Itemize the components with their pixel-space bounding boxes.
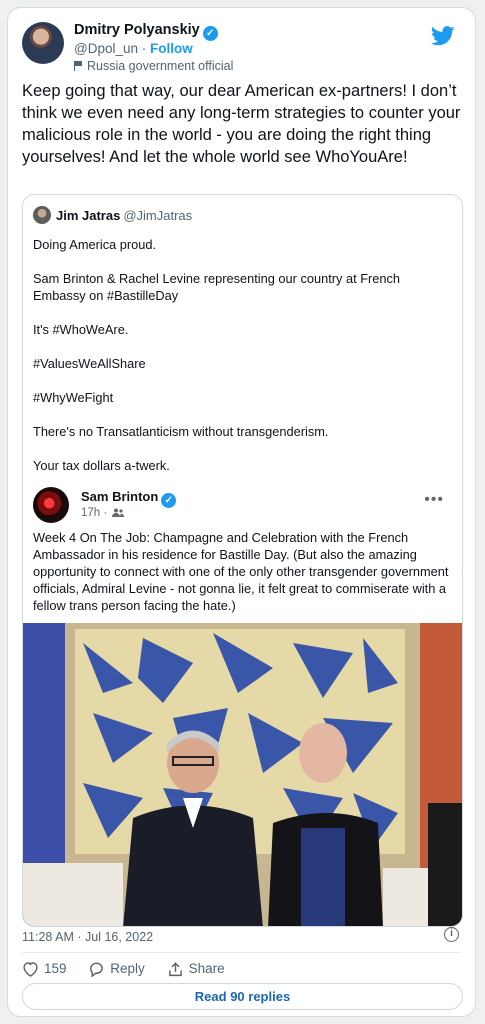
- reply-button[interactable]: Reply: [88, 961, 145, 978]
- share-label: Share: [188, 961, 225, 977]
- friends-icon: [112, 508, 125, 517]
- author-handle-row: @Dpol_un · Follow: [74, 41, 193, 56]
- twitter-bird-icon[interactable]: [431, 26, 455, 46]
- author-name[interactable]: Dmitry Polyanskiy: [74, 22, 200, 38]
- info-icon[interactable]: i: [444, 927, 459, 942]
- share-button[interactable]: Share: [167, 961, 225, 977]
- tweet-header: Dmitry Polyanskiy ✓ @Dpol_un · Follow Rus…: [22, 20, 461, 73]
- quoted-author-name: Jim Jatras: [56, 208, 121, 223]
- like-button[interactable]: 159: [22, 961, 67, 978]
- read-replies-button[interactable]: Read 90 replies: [22, 983, 463, 1010]
- quoted-avatar: [33, 206, 51, 224]
- reply-icon: [90, 963, 104, 978]
- tweet-actions: 159 Reply Share: [22, 961, 243, 978]
- facebook-post-text: Week 4 On The Job: Champagne and Celebra…: [33, 530, 449, 613]
- separator: ·: [141, 41, 147, 56]
- follow-button[interactable]: Follow: [150, 41, 193, 56]
- quoted-tweet-header: Jim Jatras @JimJatras: [33, 206, 192, 224]
- tweet-card: Dmitry Polyanskiy ✓ @Dpol_un · Follow Rus…: [7, 7, 476, 1017]
- author-name-row[interactable]: Dmitry Polyanskiy ✓: [74, 22, 218, 41]
- facebook-post-time: 17h ·: [81, 507, 108, 519]
- event-photo: [23, 623, 462, 926]
- quoted-author-handle: @JimJatras: [123, 208, 193, 223]
- tweet-text: Keep going that way, our dear American e…: [22, 82, 461, 166]
- heart-icon: [23, 962, 38, 978]
- verified-badge-icon: ✓: [202, 26, 218, 41]
- facebook-post-author-row: Sam Brinton ✓: [81, 489, 177, 508]
- facebook-post-screenshot: Sam Brinton ✓ 17h · ••• Week 4 On The Job…: [23, 473, 462, 926]
- like-count: 159: [44, 961, 67, 977]
- reply-label: Reply: [110, 961, 145, 977]
- facebook-post-author: Sam Brinton: [81, 489, 159, 504]
- quoted-tweet[interactable]: Jim Jatras @JimJatras Doing America proud…: [22, 194, 463, 927]
- government-label: Russia government official: [74, 59, 233, 73]
- more-options-icon: •••: [424, 491, 444, 508]
- facebook-post-time-row: 17h ·: [81, 507, 125, 519]
- quoted-tweet-text: Doing America proud. Sam Brinton & Rache…: [33, 237, 401, 473]
- flag-icon: [74, 61, 83, 71]
- tweet-timestamp[interactable]: 11:28 AM · Jul 16, 2022: [22, 930, 153, 944]
- share-icon: [168, 962, 182, 977]
- divider: [22, 952, 461, 953]
- verified-badge-icon: ✓: [161, 493, 177, 508]
- government-label-text: Russia government official: [87, 59, 234, 73]
- author-handle[interactable]: @Dpol_un: [74, 41, 138, 56]
- avatar[interactable]: [22, 22, 64, 64]
- facebook-avatar: [33, 487, 69, 523]
